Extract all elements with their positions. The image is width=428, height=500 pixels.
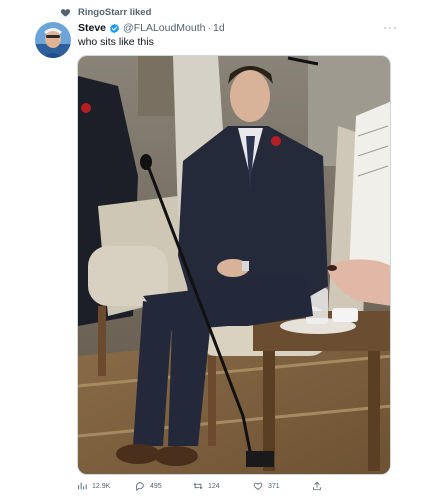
verified-badge-icon[interactable] (109, 23, 120, 34)
reply-button[interactable]: 495 (135, 481, 162, 491)
share-icon (313, 481, 321, 491)
timestamp[interactable]: 1d (213, 22, 225, 34)
tweet-text: who sits like this (78, 36, 154, 48)
views-icon (78, 482, 87, 490)
tweet-actions: 12.9K 495 124 371 (77, 481, 391, 495)
like-button[interactable]: 371 (253, 481, 280, 491)
more-options-button[interactable]: ··· (383, 20, 398, 34)
avatar[interactable] (35, 22, 71, 58)
like-icon (253, 482, 263, 490)
user-handle[interactable]: @FLALoudMouth (123, 22, 205, 34)
like-count: 371 (268, 482, 280, 490)
reply-icon (136, 482, 144, 491)
retweet-button[interactable]: 124 (193, 481, 220, 491)
retweet-count: 124 (208, 482, 220, 490)
tweet-header: Steve @FLALoudMouth · 1d (78, 22, 225, 34)
tweet-photo[interactable] (77, 55, 391, 475)
views-count: 12.9K (92, 482, 111, 490)
social-context-text[interactable]: RingoStarr liked (78, 7, 151, 18)
views-button[interactable]: 12.9K (77, 481, 110, 491)
separator-dot: · (207, 22, 212, 34)
retweet-icon (193, 482, 203, 490)
reply-count: 495 (150, 482, 162, 490)
share-button[interactable] (312, 481, 327, 491)
heart-icon (60, 9, 71, 17)
display-name[interactable]: Steve (78, 22, 106, 34)
